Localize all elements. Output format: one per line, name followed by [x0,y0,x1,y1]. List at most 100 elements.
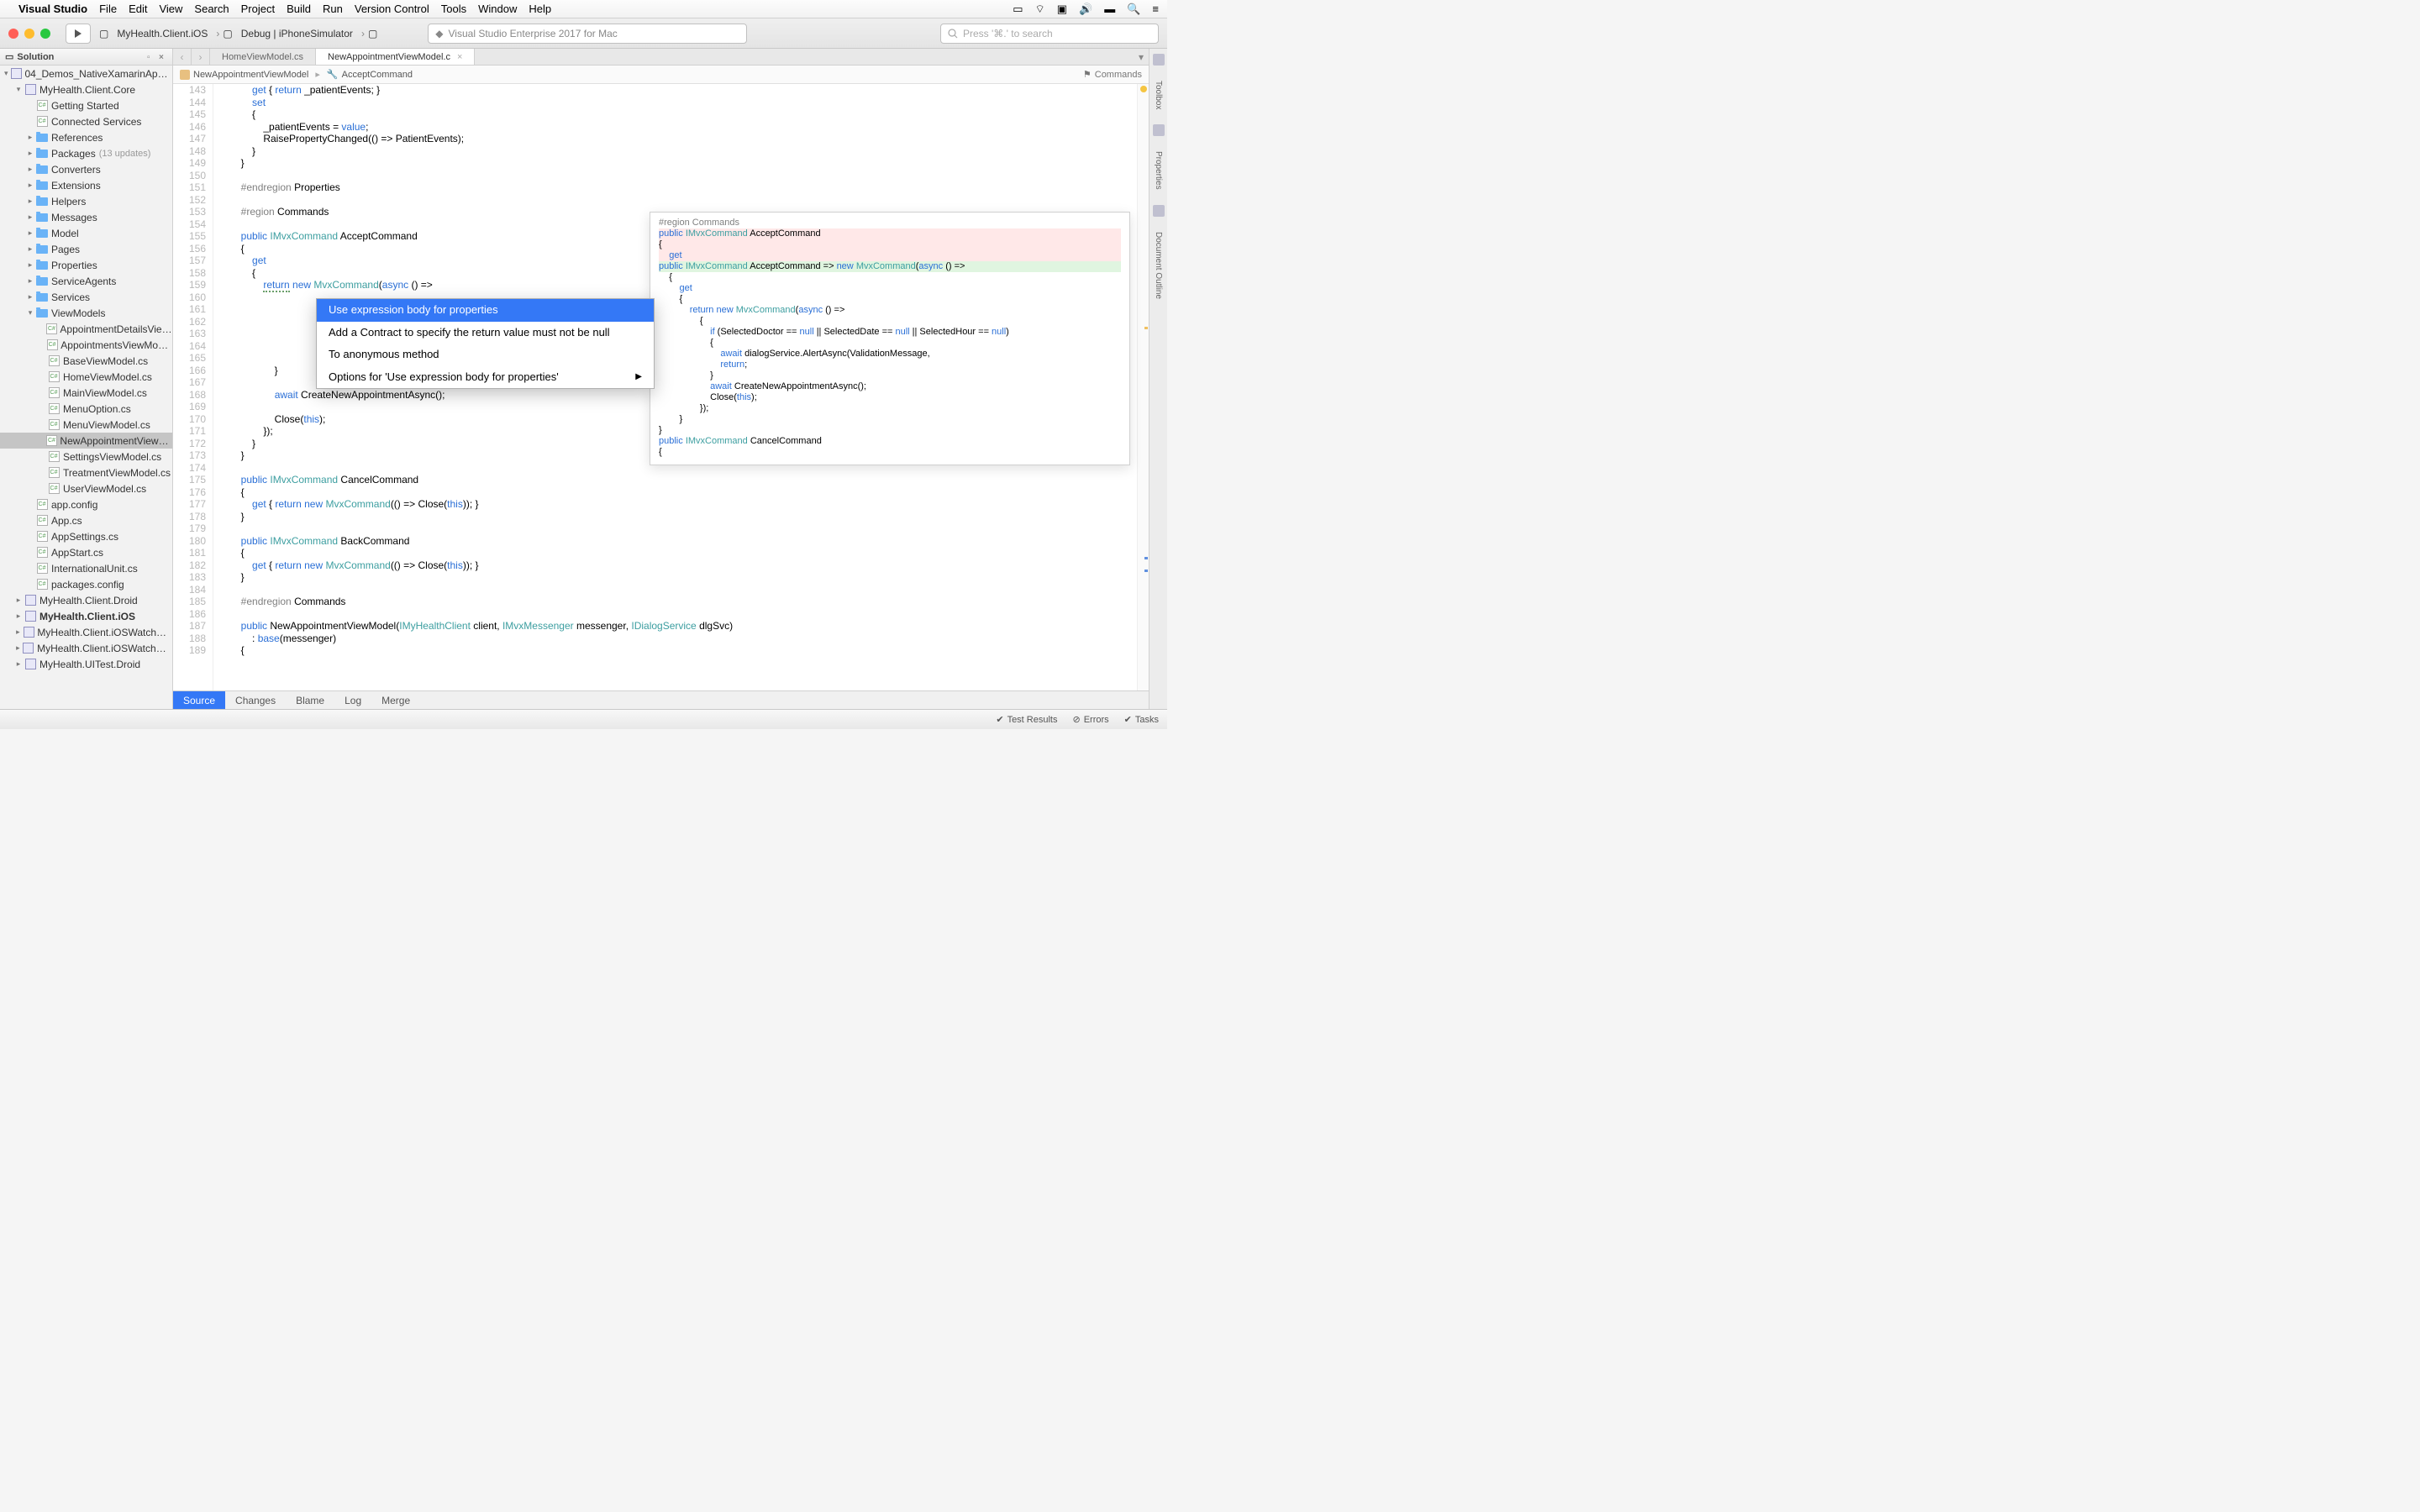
tab-home[interactable]: HomeViewModel.cs [210,49,316,65]
menu-tools[interactable]: Tools [441,3,466,15]
tree-item[interactable]: C#app.config [0,496,172,512]
tree-item[interactable]: C#HomeViewModel.cs [0,369,172,385]
bottomtab-changes[interactable]: Changes [225,691,286,709]
tab-close-icon[interactable]: × [457,52,462,62]
config-icon: ▢ [223,28,232,39]
tree-item[interactable]: ▸MyHealth.Client.iOSWatchKitApp [0,624,172,640]
rail-properties[interactable]: Properties [1154,148,1163,193]
tree-item[interactable]: C#MainViewModel.cs [0,385,172,401]
tree-item[interactable]: ▸MyHealth.UITest.Droid [0,656,172,672]
tree-item[interactable]: C#Connected Services [0,113,172,129]
tree-item[interactable]: C#TreatmentViewModel.cs [0,465,172,480]
tree-item[interactable]: ▾ViewModels [0,305,172,321]
tree-item[interactable]: ▸Pages [0,241,172,257]
tree-item[interactable]: ▸Model [0,225,172,241]
config-project[interactable]: MyHealth.Client.iOS [112,26,213,41]
tree-item[interactable]: C#MenuViewModel.cs [0,417,172,433]
tree-item[interactable]: C#AppStart.cs [0,544,172,560]
solution-panel: ▭ Solution ▫ × ▾ 04_Demos_NativeXamarinA… [0,49,173,709]
menu-help[interactable]: Help [529,3,551,15]
menu-search[interactable]: Search [194,3,229,15]
bottomtab-log[interactable]: Log [334,691,371,709]
tree-item[interactable]: C#App.cs [0,512,172,528]
zoom-window[interactable] [40,29,50,39]
app-name[interactable]: Visual Studio [18,3,87,15]
status-test-results[interactable]: ✔Test Results [996,714,1057,725]
tree-item[interactable]: C#BaseViewModel.cs [0,353,172,369]
global-search[interactable]: Press '⌘.' to search [940,24,1159,44]
tree-item[interactable]: C#UserViewModel.cs [0,480,172,496]
tab-newappointment[interactable]: NewAppointmentViewModel.c× [316,49,475,65]
menu-build[interactable]: Build [287,3,311,15]
tree-item[interactable]: ▸MyHealth.Client.Droid [0,592,172,608]
rail-outline[interactable]: Document Outline [1154,228,1163,302]
spotlight-icon[interactable]: 🔍 [1127,3,1140,16]
bottomtab-blame[interactable]: Blame [286,691,334,709]
tree-item[interactable]: ▸Properties [0,257,172,273]
tab-dropdown[interactable]: ▾ [1134,49,1149,65]
tree-item[interactable]: ▸Messages [0,209,172,225]
tree-item[interactable]: C#MenuOption.cs [0,401,172,417]
menu-file[interactable]: File [99,3,117,15]
tree-item[interactable]: C#AppointmentsViewModel.cs [0,337,172,353]
battery-icon[interactable]: ▭ [1013,3,1023,16]
tree-item[interactable]: ▸References [0,129,172,145]
nav-forward[interactable]: › [192,49,210,65]
screen-icon[interactable]: ▣ [1057,3,1067,16]
solution-root[interactable]: ▾ 04_Demos_NativeXamarinApps (mas [0,66,172,81]
tree-item[interactable]: C#AppointmentDetailsViewMod [0,321,172,337]
tree-item[interactable]: ▸MyHealth.Client.iOSWatchKitExte [0,640,172,656]
volume-icon[interactable]: 🔊 [1079,3,1092,16]
tree-item[interactable]: C#InternationalUnit.cs [0,560,172,576]
tree-item[interactable]: C#packages.config [0,576,172,592]
scroll-strip[interactable] [1137,84,1149,690]
cs-icon: C# [45,435,57,447]
config-selector[interactable]: ▢ MyHealth.Client.iOS › ▢ Debug | iPhone… [99,26,377,41]
bottomtab-source[interactable]: Source [173,691,225,709]
menu-version-control[interactable]: Version Control [355,3,429,15]
menu-run[interactable]: Run [323,3,343,15]
bottomtab-merge[interactable]: Merge [371,691,420,709]
status-errors[interactable]: ⊘Errors [1072,714,1108,725]
quickfix-anonymous[interactable]: To anonymous method [317,344,654,366]
battery2-icon[interactable]: ▬ [1104,3,1115,15]
tree-item[interactable]: C#NewAppointmentViewModel. [0,433,172,449]
gutter: 143 144 145 146 147 148 149 150 151 152 … [173,84,213,690]
quickfix-expression-body[interactable]: Use expression body for properties [317,299,654,322]
tree-item[interactable]: C#Getting Started [0,97,172,113]
nav-back[interactable]: ‹ [173,49,192,65]
status-tasks[interactable]: ✔Tasks [1124,714,1159,725]
run-button[interactable] [66,24,91,44]
quickfix-options[interactable]: Options for 'Use expression body for pro… [317,366,654,389]
breadcrumb-class[interactable]: NewAppointmentViewModel [180,70,308,80]
wifi-icon[interactable]: ⌔ [1035,3,1045,16]
quickfix-add-contract[interactable]: Add a Contract to specify the return val… [317,322,654,344]
rail-toolbox[interactable]: Toolbox [1154,77,1163,113]
menu-project[interactable]: Project [241,3,275,15]
tree-item[interactable]: ▸Services [0,289,172,305]
tree-item[interactable]: ▸ServiceAgents [0,273,172,289]
solution-tree[interactable]: ▾ 04_Demos_NativeXamarinApps (mas ▾MyHea… [0,66,172,709]
tree-item[interactable]: C#AppSettings.cs [0,528,172,544]
pad-close-icon[interactable]: × [159,53,167,61]
menu-window[interactable]: Window [478,3,517,15]
close-window[interactable] [8,29,18,39]
tree-item[interactable]: ▾MyHealth.Client.Core [0,81,172,97]
minimize-window[interactable] [24,29,34,39]
task-icon: ✔ [1124,714,1132,725]
pad-dock-icon[interactable]: ▫ [147,53,155,61]
menu-icon[interactable]: ≡ [1152,3,1159,15]
config-build[interactable]: Debug | iPhoneSimulator [236,26,358,41]
tree-item[interactable]: ▸MyHealth.Client.iOS [0,608,172,624]
tree-item[interactable]: ▸Converters [0,161,172,177]
tree-item[interactable]: C#SettingsViewModel.cs [0,449,172,465]
code-editor[interactable]: 143 144 145 146 147 148 149 150 151 152 … [173,84,1149,690]
tree-item[interactable]: ▸Extensions [0,177,172,193]
menu-view[interactable]: View [159,3,182,15]
tree-item[interactable]: ▸Packages(13 updates) [0,145,172,161]
breadcrumb-member[interactable]: 🔧 AcceptCommand [327,69,413,80]
tree-item[interactable]: ▸Helpers [0,193,172,209]
breadcrumb-region[interactable]: Commands [1095,70,1142,80]
cs-icon: C# [47,467,60,479]
menu-edit[interactable]: Edit [129,3,147,15]
